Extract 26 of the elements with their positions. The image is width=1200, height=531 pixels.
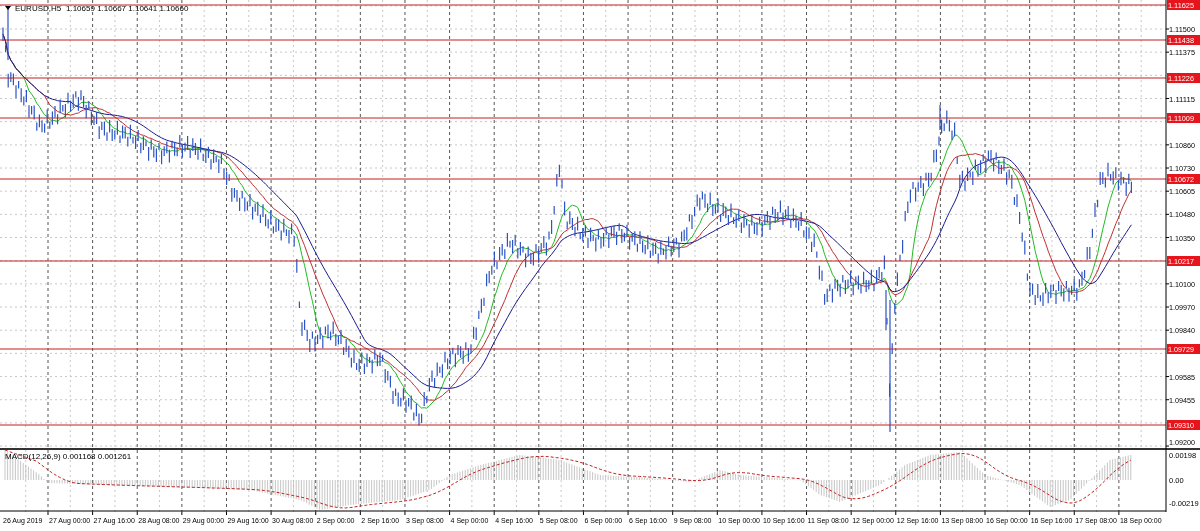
macd-indicator-label: MACD(12,26,9) 0.001168 0.001261 [5, 452, 132, 461]
symbol-label: EURUSD,H5 [15, 4, 62, 13]
level-price-label: 1.10672 [1167, 174, 1200, 184]
level-price-label: 1.11226 [1167, 73, 1200, 83]
level-price-label: 1.09729 [1167, 344, 1200, 354]
price-tick-label: 1.10860 [1169, 140, 1198, 150]
price-tick-label: 1.11375 [1169, 48, 1198, 58]
price-tick-label: 1.10730 [1169, 164, 1198, 173]
level-price-label: 1.09310 [1167, 420, 1200, 430]
price-tick-label: 1.09455 [1169, 395, 1198, 405]
price-tick-label: 1.11115 [1169, 94, 1197, 104]
level-price-label: 1.11625 [1167, 0, 1200, 10]
price-tick-label: 1.11500 [1169, 25, 1198, 34]
level-price-label: 1.11438 [1167, 35, 1200, 45]
price-tick-label: 1.09585 [1169, 372, 1198, 382]
quote-values: 1.10659 1.10667 1.10641 1.10660 [66, 4, 189, 13]
dropdown-triangle-icon[interactable] [5, 6, 11, 10]
level-price-label: 1.10217 [1167, 256, 1200, 266]
level-price-label: 1.11009 [1167, 113, 1200, 123]
price-tick-label: 1.10605 [1169, 187, 1198, 197]
price-tick-label: 1.09200 [1169, 438, 1198, 447]
price-tick-label: 1.10100 [1169, 279, 1198, 289]
price-tick-label: 1.10480 [1169, 210, 1198, 220]
price-tick-label: 1.09970 [1169, 303, 1198, 313]
price-tick-label: 1.09840 [1169, 326, 1198, 336]
price-tick-label: 1.10350 [1169, 233, 1198, 243]
